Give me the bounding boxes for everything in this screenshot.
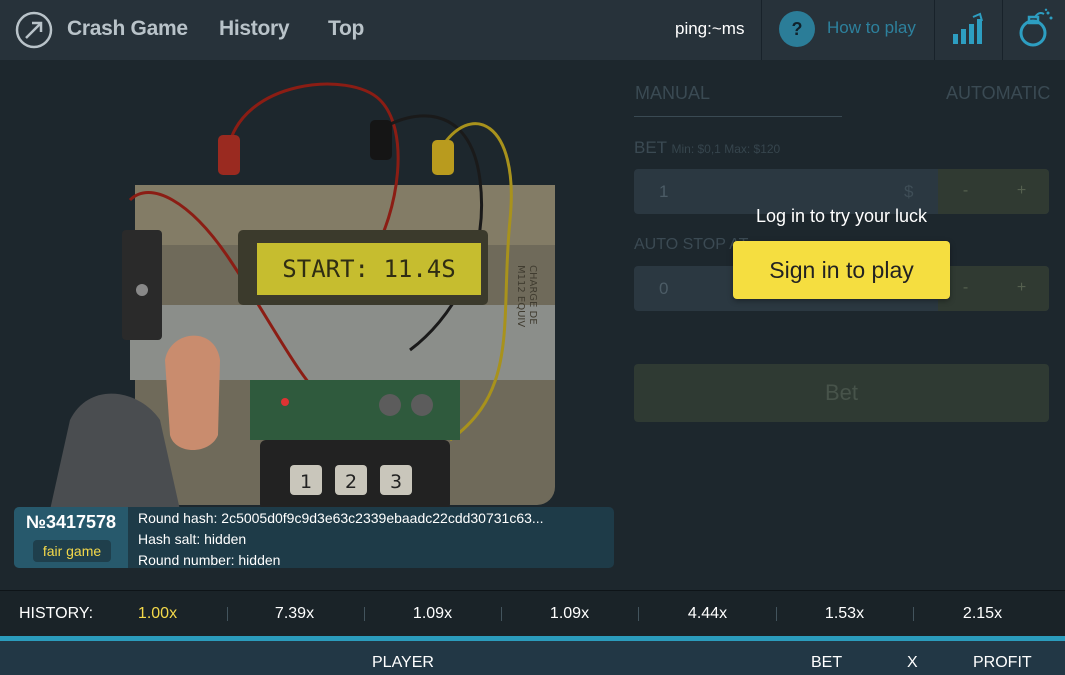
ping-indicator: ping:~ms [675,19,745,38]
history-item[interactable]: 2.15x [914,591,1051,637]
round-info-panel: №3417578 fair game Round hash: 2c5005d0f… [14,507,614,568]
nav-divider [761,0,762,60]
round-number-hidden: Round number: hidden [138,552,281,568]
bet-plus-button[interactable]: + [994,169,1049,214]
auto-stop-stepper: - + [938,266,1049,311]
history-item[interactable]: 4.44x [639,591,776,637]
side-label: CHARGE DE [527,265,538,325]
nav-divider [1002,0,1003,60]
bet-amount-value[interactable]: 1 [659,169,668,214]
logo-arrow-icon[interactable] [14,10,54,50]
keypad: 1 2 3 [290,465,412,495]
nav-top[interactable]: Top [328,0,364,60]
top-nav-bar: Crash Game History Top ping:~ms ? How to… [0,0,1065,60]
round-hash: Round hash: 2c5005d0f9c9d3e63c2339ebaadc… [138,510,544,526]
tab-manual[interactable]: MANUAL [635,83,710,104]
bet-label-text: BET [634,138,667,157]
signal-icon[interactable] [951,12,985,46]
history-item[interactable]: 1.09x [501,591,638,637]
history-label: HISTORY: [19,605,94,622]
nav-crash-game[interactable]: Crash Game [67,0,188,60]
keypad-key: 2 [345,471,357,493]
keypad-key: 1 [300,471,312,493]
keypad-key: 3 [390,471,402,493]
how-to-play-link[interactable]: How to play [827,0,916,60]
column-profit: PROFIT [973,654,1032,671]
nav-history[interactable]: History [219,0,290,60]
question-icon[interactable]: ? [779,11,815,47]
auto-stop-value[interactable]: 0 [659,266,668,311]
round-number: №3417578 [25,512,117,532]
history-item[interactable]: 1.53x [776,591,913,637]
column-player: PLAYER [372,654,434,671]
bomb-illustration: START: 11.4S CHARGE DE M112 EQUIV 1 2 3 [50,82,555,510]
bomb-icon[interactable] [1017,8,1055,48]
timer-display: START: 11.4S [282,255,455,283]
history-item[interactable]: 7.39x [226,591,363,637]
fair-game-badge[interactable]: fair game [33,540,111,562]
players-table-header: PLAYER BET X PROFIT [0,641,1065,675]
auto-stop-label: AUTO STOP AT [634,236,749,253]
bet-label: BET Min: $0,1 Max: $120 [634,138,780,158]
sign-in-button[interactable]: Sign in to play [733,241,950,299]
bet-limits: Min: $0,1 Max: $120 [671,142,781,156]
column-bet: BET [811,654,843,671]
round-id-block: №3417578 fair game [14,507,128,568]
bet-stepper: - + [938,169,1049,214]
login-prompt: Log in to try your luck [755,206,928,226]
history-item[interactable]: 1.09x [364,591,501,637]
column-x: X [907,654,918,671]
nav-divider [934,0,935,60]
history-bar: HISTORY: 1.00x 7.39x 1.09x 1.09x 4.44x 1… [0,590,1065,636]
bet-button[interactable]: Bet [634,364,1049,422]
hash-salt: Hash salt: hidden [138,531,247,547]
auto-stop-plus-button[interactable]: + [994,266,1049,311]
history-item[interactable]: 1.00x [89,591,226,637]
tab-underline [634,116,842,117]
side-label-2: M112 EQUIV [515,265,526,327]
tab-automatic[interactable]: AUTOMATIC [946,83,1050,104]
